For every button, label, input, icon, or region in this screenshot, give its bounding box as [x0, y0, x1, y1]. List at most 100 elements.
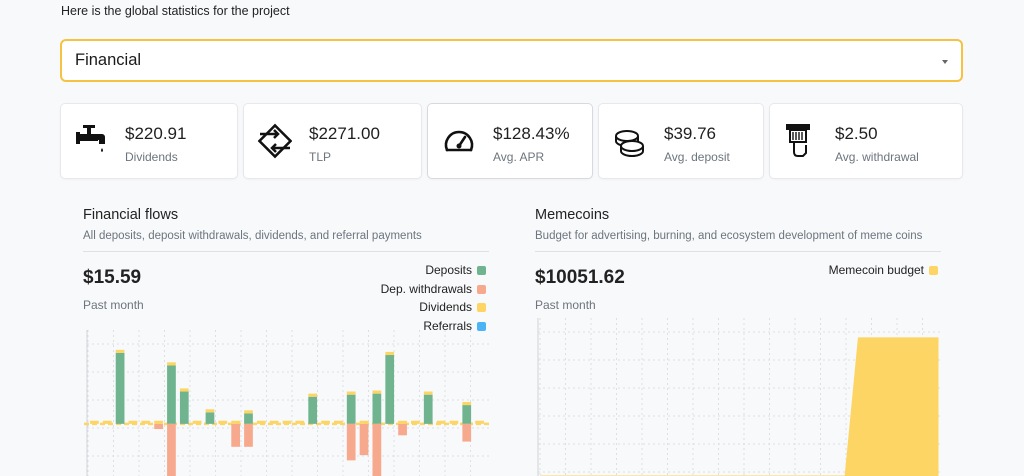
bar-dividends-22: [359, 420, 369, 424]
memecoins-period: Past month: [535, 298, 596, 312]
stat-card-withdrawal: $2.50 Avg. withdrawal: [769, 103, 963, 179]
bar-dividends-14: [256, 420, 266, 424]
bar-dividends-19: [321, 420, 330, 424]
apr-value: $128.43%: [493, 124, 570, 143]
bar-dividends-27: [423, 391, 433, 395]
bar-dividends-21: [346, 391, 356, 395]
bar-dividends-5: [141, 420, 151, 424]
bar-dep-withdrawals-6: [154, 423, 163, 430]
bar-deposits-7: [167, 365, 176, 424]
legend-memecoin-swatch: [929, 265, 938, 275]
bar-dividends-16: [282, 420, 292, 424]
select-value: Financial: [75, 51, 142, 69]
bar-dividends-9: [192, 420, 202, 424]
bar-deposits-23: [372, 393, 382, 424]
bar-dep-withdrawals-7: [167, 423, 176, 476]
tlp-value: $2271.00: [309, 124, 380, 143]
gauge-icon: [444, 130, 474, 152]
withdrawal-value: $2.50: [835, 124, 878, 143]
flows-total: $15.59: [83, 267, 142, 288]
memecoins-chart: [537, 318, 940, 476]
dividends-value: $220.91: [125, 124, 187, 143]
bar-dividends-28: [436, 420, 446, 424]
bar-dep-withdrawals-12: [231, 423, 241, 447]
bar-dividends-15: [269, 420, 279, 424]
bar-dep-withdrawals-13: [244, 423, 253, 447]
bar-deposits-3: [115, 352, 125, 424]
bar-deposits-13: [244, 413, 253, 424]
bar-dividends-20: [333, 420, 343, 424]
legend-deposits-label: Deposits: [425, 263, 472, 277]
bar-deposits-10: [205, 412, 215, 424]
bar-dividends-24: [385, 351, 395, 356]
bar-dep-withdrawals-30: [462, 423, 472, 442]
memecoin-budget-area: [540, 337, 939, 476]
page-intro: Here is the global statistics for the pr…: [61, 4, 290, 18]
memecoins-subtitle: Budget for advertising, burning, and eco…: [535, 230, 923, 242]
bar-dividends-26: [411, 420, 420, 424]
bar-dividends-10: [205, 409, 215, 413]
memecoins-total: $10051.62: [535, 267, 625, 288]
bar-dividends-18: [308, 393, 318, 397]
bar-deposits-8: [179, 391, 189, 424]
chevron-down-icon: [942, 60, 948, 64]
legend-dividends[interactable]: Dividends: [419, 300, 486, 314]
bar-dep-withdrawals-25: [398, 423, 407, 436]
stat-card-tlp: $2271.00 TLP: [243, 103, 422, 179]
legend-memecoin-label: Memecoin budget: [828, 263, 924, 277]
bar-dep-withdrawals-22: [359, 423, 369, 456]
bar-deposits-21: [346, 394, 356, 424]
flows-divider: [83, 251, 489, 252]
legend-dividends-label: Dividends: [419, 300, 472, 314]
bar-deposits-24: [385, 355, 395, 424]
apr-label: Avg. APR: [493, 150, 545, 164]
stat-card-dividends: $220.91 Dividends: [60, 103, 238, 179]
bar-dividends-13: [244, 410, 253, 414]
exchange-icon: [258, 123, 292, 159]
legend-withdrawals[interactable]: Dep. withdrawals: [381, 282, 486, 296]
deposit-value: $39.76: [664, 124, 716, 143]
bar-dividends-29: [449, 420, 459, 424]
bar-dividends-3: [115, 349, 125, 353]
bar-dividends-30: [462, 401, 472, 406]
financial-flows-chart: [84, 330, 490, 476]
tlp-label: TLP: [309, 150, 332, 164]
legend-deposits-swatch: [477, 265, 486, 275]
bar-dividends-17: [295, 420, 305, 424]
bar-dividends-11: [218, 420, 228, 424]
legend-deposits[interactable]: Deposits: [425, 263, 486, 277]
flows-period: Past month: [83, 298, 144, 312]
flows-subtitle: All deposits, deposit withdrawals, divid…: [83, 230, 422, 242]
memecoins-title: Memecoins: [535, 207, 610, 223]
bar-dividends-6: [154, 420, 163, 424]
memecoins-divider: [535, 251, 941, 252]
bar-dep-withdrawals-21: [346, 423, 356, 461]
bar-dividends-2: [102, 420, 112, 424]
atm-withdrawal-icon: [786, 124, 810, 157]
bar-deposits-27: [423, 394, 433, 424]
stats-category-select[interactable]: Financial: [60, 39, 963, 82]
withdrawal-label: Avg. withdrawal: [835, 150, 919, 164]
bar-dividends-4: [128, 420, 138, 424]
flows-title: Financial flows: [83, 207, 179, 223]
bar-dividends-7: [167, 362, 176, 366]
bar-dividends-31: [475, 420, 484, 424]
bar-deposits-30: [462, 405, 472, 424]
legend-withdrawals-label: Dep. withdrawals: [380, 282, 472, 296]
deposit-label: Avg. deposit: [664, 150, 730, 164]
faucet-icon: [76, 125, 105, 152]
legend-withdrawals-swatch: [477, 284, 486, 294]
stat-card-apr: $128.43% Avg. APR: [427, 103, 593, 179]
legend-dividends-swatch: [477, 302, 486, 312]
bar-deposits-18: [308, 396, 318, 424]
bar-dividends-1: [90, 420, 99, 424]
stat-card-deposit: $39.76 Avg. deposit: [598, 103, 764, 179]
bar-dividends-23: [372, 390, 382, 394]
bar-dividends-12: [231, 420, 241, 424]
bar-dep-withdrawals-23: [372, 423, 382, 476]
dividends-label: Dividends: [125, 150, 178, 164]
legend-memecoin-budget[interactable]: Memecoin budget: [829, 263, 938, 277]
bar-dividends-8: [179, 388, 189, 392]
coins-icon: [615, 130, 644, 157]
bar-dividends-25: [398, 420, 407, 424]
